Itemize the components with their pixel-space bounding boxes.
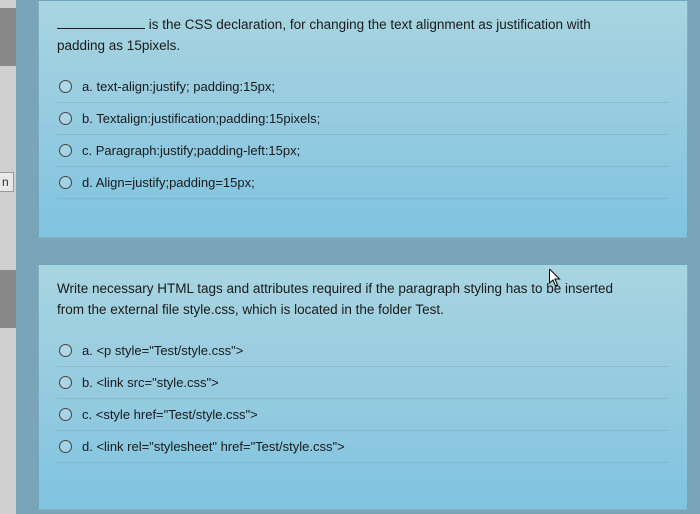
question-prompt: Write necessary HTML tags and attributes… <box>57 279 669 321</box>
option-c[interactable]: c. <style href="Test/style.css"> <box>57 399 669 431</box>
option-label: b. <link src="style.css"> <box>82 375 219 390</box>
prompt-text: from the external file style.css, which … <box>57 302 444 317</box>
option-d[interactable]: d. Align=justify;padding=15px; <box>57 167 669 199</box>
option-a[interactable]: a. <p style="Test/style.css"> <box>57 335 669 367</box>
question-prompt: is the CSS declaration, for changing the… <box>57 15 669 57</box>
option-label: b. Textalign:justification;padding:15pix… <box>82 111 320 126</box>
options-list: a. <p style="Test/style.css"> b. <link s… <box>57 335 669 463</box>
radio-icon[interactable] <box>59 144 72 157</box>
option-label: c. Paragraph:justify;padding-left:15px; <box>82 143 300 158</box>
options-list: a. text-align:justify; padding:15px; b. … <box>57 71 669 199</box>
option-b[interactable]: b. <link src="style.css"> <box>57 367 669 399</box>
question-card: is the CSS declaration, for changing the… <box>38 0 688 238</box>
option-label: a. text-align:justify; padding:15px; <box>82 79 275 94</box>
question-card: Write necessary HTML tags and attributes… <box>38 264 688 510</box>
left-marker <box>0 270 16 328</box>
option-c[interactable]: c. Paragraph:justify;padding-left:15px; <box>57 135 669 167</box>
option-label: d. Align=justify;padding=15px; <box>82 175 255 190</box>
option-label: d. <link rel="stylesheet" href="Test/sty… <box>82 439 345 454</box>
radio-icon[interactable] <box>59 376 72 389</box>
side-tab[interactable]: n <box>0 172 14 192</box>
option-label: a. <p style="Test/style.css"> <box>82 343 243 358</box>
option-label: c. <style href="Test/style.css"> <box>82 407 258 422</box>
radio-icon[interactable] <box>59 112 72 125</box>
radio-icon[interactable] <box>59 344 72 357</box>
left-gutter <box>0 0 16 514</box>
fill-blank <box>57 16 145 29</box>
radio-icon[interactable] <box>59 176 72 189</box>
option-a[interactable]: a. text-align:justify; padding:15px; <box>57 71 669 103</box>
option-d[interactable]: d. <link rel="stylesheet" href="Test/sty… <box>57 431 669 463</box>
radio-icon[interactable] <box>59 408 72 421</box>
radio-icon[interactable] <box>59 440 72 453</box>
radio-icon[interactable] <box>59 80 72 93</box>
prompt-text: padding as 15pixels. <box>57 38 180 53</box>
prompt-text: Write necessary HTML tags and attributes… <box>57 281 613 296</box>
option-b[interactable]: b. Textalign:justification;padding:15pix… <box>57 103 669 135</box>
left-marker <box>0 8 16 66</box>
prompt-text: is the CSS declaration, for changing the… <box>145 17 591 32</box>
